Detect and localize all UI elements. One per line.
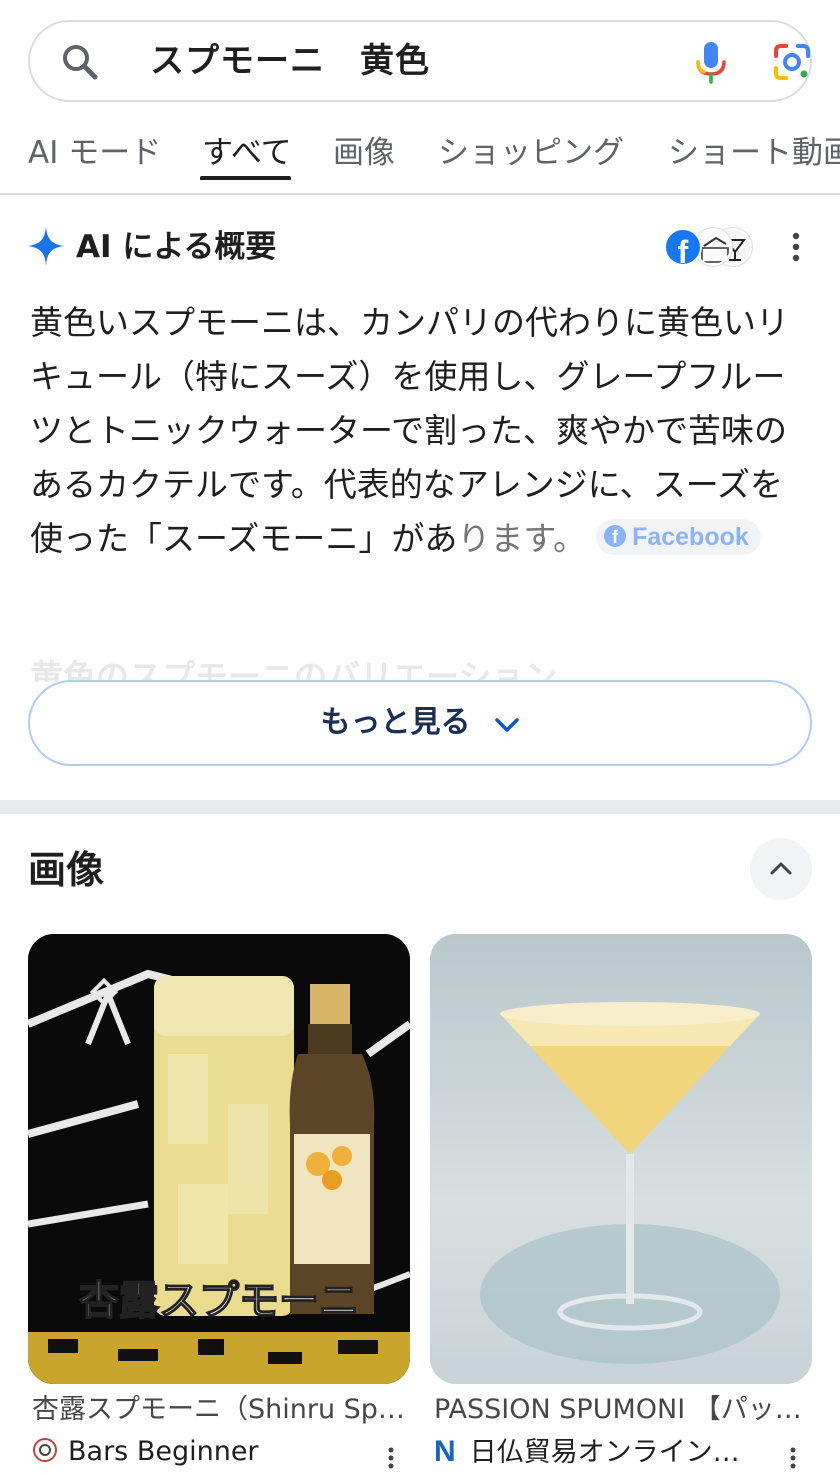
chevron-down-icon [494, 717, 519, 732]
image-source-name: Bars Beginner [68, 1436, 259, 1467]
cocktail-glass-photo [430, 934, 812, 1384]
more-options-icon[interactable] [786, 230, 806, 264]
facebook-source-chip[interactable]: f Facebook [596, 518, 761, 555]
image-result-shinru-spumoni[interactable]: 杏露スプモーニ [28, 934, 410, 1384]
tab-short-videos[interactable]: ショート動画 [668, 118, 840, 188]
search-icon[interactable] [60, 42, 100, 82]
ai-overview-sources[interactable]: f [664, 226, 754, 268]
nichifutsu-logo-icon: N [434, 1435, 456, 1468]
tabs-divider [0, 193, 840, 195]
image-result-passion-spumoni[interactable] [430, 934, 812, 1384]
section-divider [0, 800, 840, 814]
search-tabs: AI モード すべて 画像 ショッピング ショート動画 [0, 118, 840, 194]
image-caption[interactable]: PASSION SPUMONI 【パッ… [434, 1390, 806, 1430]
ai-overview-faded-heading: 黄色のスプモーニのバリエーション [30, 657, 558, 682]
search-query-input[interactable]: スプモーニ 黄色 [150, 22, 430, 100]
images-section-title: 画像 [28, 848, 105, 892]
google-lens-icon[interactable] [772, 42, 812, 82]
facebook-source-icon: f [664, 228, 702, 266]
facebook-icon: f [604, 524, 627, 547]
active-tab-indicator [200, 176, 291, 180]
bars-beginner-icon [33, 1437, 57, 1462]
image-overlay-text: 杏露スプモーニ [79, 1277, 359, 1324]
image-source[interactable]: N 日仏貿易オンライン… [434, 1432, 740, 1472]
search-bar[interactable]: スプモーニ 黄色 [28, 20, 812, 102]
source-chip-label: Facebook [632, 522, 749, 551]
collapse-images-button[interactable] [750, 838, 812, 900]
ai-overview-paragraph-end: ります。 [457, 519, 587, 558]
sparkle-icon [28, 226, 64, 266]
image-source[interactable]: Bars Beginner [32, 1432, 259, 1472]
image-source-name: 日仏貿易オンライン… [469, 1437, 740, 1468]
show-more-label: もっと見る [320, 705, 471, 740]
ai-overview-title: AI による概要 [76, 229, 277, 265]
cocktail-photo: 杏露スプモーニ [28, 934, 410, 1384]
ai-overview-text: 黄色いスプモーニは、カンパリの代わりに黄色いリキュール（特にスーズ）を使用し、グ… [30, 296, 800, 566]
chevron-up-icon [770, 862, 792, 875]
more-options-icon[interactable] [386, 1446, 396, 1470]
image-caption[interactable]: 杏露スプモーニ（Shinru Sp… [32, 1390, 404, 1430]
ai-overview-header: AI による概要 f [28, 222, 818, 272]
microphone-icon[interactable] [690, 40, 732, 84]
show-more-button[interactable]: もっと見る [28, 680, 812, 766]
tab-shopping[interactable]: ショッピング [438, 118, 624, 188]
tab-ai-mode[interactable]: AI モード [28, 118, 161, 188]
more-options-icon[interactable] [788, 1446, 798, 1470]
tab-images[interactable]: 画像 [333, 118, 395, 188]
